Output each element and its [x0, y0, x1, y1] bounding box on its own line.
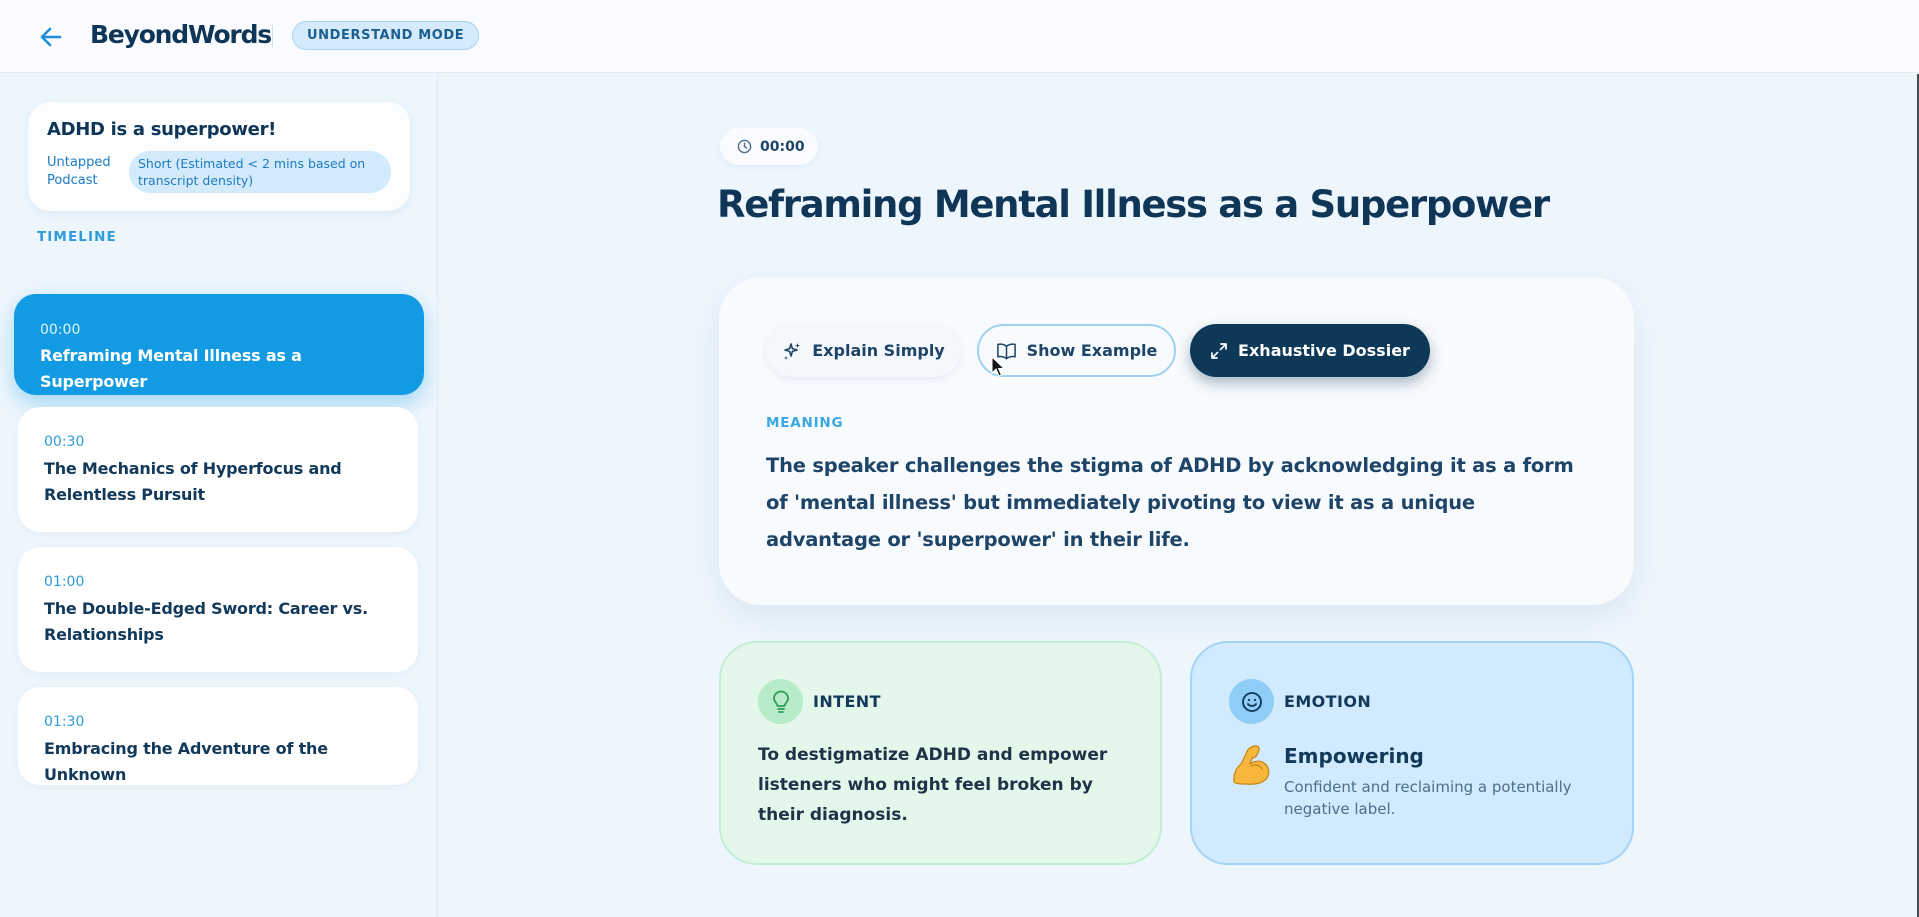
exhaustive-dossier-label: Exhaustive Dossier — [1238, 341, 1410, 360]
page-title: Reframing Mental Illness as a Superpower — [717, 183, 1550, 226]
segment-title: The Double-Edged Sword: Career vs. Relat… — [44, 599, 368, 644]
segment-time: 00:00 — [40, 322, 81, 338]
explain-simply-label: Explain Simply — [812, 341, 945, 360]
show-example-label: Show Example — [1026, 341, 1158, 360]
segment-time: 01:30 — [44, 714, 85, 730]
emotion-label: EMOTION — [1284, 692, 1372, 711]
meaning-label: MEANING — [766, 415, 844, 431]
segment-title: The Mechanics of Hyperfocus and Relentle… — [44, 459, 342, 504]
episode-title: ADHD is a superpower! — [47, 119, 277, 140]
flexed-biceps-icon — [1233, 745, 1270, 785]
timeline-segment-3[interactable]: 01:00 The Double-Edged Sword: Career vs.… — [18, 547, 418, 672]
header-divider — [272, 25, 273, 47]
segment-time: 00:30 — [44, 434, 85, 450]
clock-icon — [737, 139, 752, 154]
episode-card: ADHD is a superpower! Untapped Podcast S… — [28, 102, 410, 211]
arrow-left-icon — [40, 27, 62, 47]
intent-card: INTENT To destigmatize ADHD and empower … — [719, 641, 1162, 865]
mode-badge: UNDERSTAND MODE — [292, 21, 480, 50]
mouse-cursor-icon — [991, 356, 1005, 377]
segment-time: 01:00 — [44, 574, 85, 590]
intent-label: INTENT — [813, 692, 881, 711]
meaning-text: The speaker challenges the stigma of ADH… — [766, 454, 1574, 551]
exhaustive-dossier-button[interactable]: Exhaustive Dossier — [1190, 324, 1430, 377]
episode-duration-badge: Short (Estimated < 2 mins based on trans… — [129, 151, 391, 193]
segment-title: Embracing the Adventure of the Unknown — [44, 739, 328, 784]
back-button[interactable] — [36, 22, 66, 52]
emotion-card: EMOTION Empowering Confident and reclaim… — [1190, 641, 1634, 865]
smile-icon — [1241, 691, 1262, 712]
segment-title: Reframing Mental Illness as a Superpower — [40, 346, 302, 391]
intent-text: To destigmatize ADHD and empower listene… — [758, 745, 1108, 825]
timeline-label: TIMELINE — [37, 229, 117, 245]
explain-simply-button[interactable]: Explain Simply — [766, 324, 961, 377]
emotion-icon-badge — [1229, 679, 1274, 724]
meaning-card: Explain Simply Show Example Exhaustive D… — [719, 277, 1634, 605]
timestamp-text: 00:00 — [760, 138, 805, 155]
brand-logo: BeyondWords — [90, 20, 272, 49]
sidebar: ADHD is a superpower! Untapped Podcast S… — [0, 74, 438, 917]
timeline-segment-4[interactable]: 01:30 Embracing the Adventure of the Unk… — [18, 687, 418, 785]
emotion-name: Empowering — [1284, 744, 1424, 768]
show-example-button[interactable]: Show Example — [977, 324, 1176, 377]
top-bar: BeyondWords UNDERSTAND MODE — [0, 0, 1919, 73]
sparkles-icon — [784, 342, 801, 360]
intent-icon-badge — [758, 679, 803, 724]
expand-icon — [1211, 342, 1227, 359]
timeline-segment-2[interactable]: 00:30 The Mechanics of Hyperfocus and Re… — [18, 407, 418, 532]
timestamp-chip: 00:00 — [720, 128, 818, 165]
emotion-description: Confident and reclaiming a potentially n… — [1284, 778, 1572, 818]
timeline-segment-1[interactable]: 00:00 Reframing Mental Illness as a Supe… — [14, 294, 424, 395]
episode-source: Untapped Podcast — [47, 155, 111, 188]
lightbulb-icon — [772, 690, 789, 713]
